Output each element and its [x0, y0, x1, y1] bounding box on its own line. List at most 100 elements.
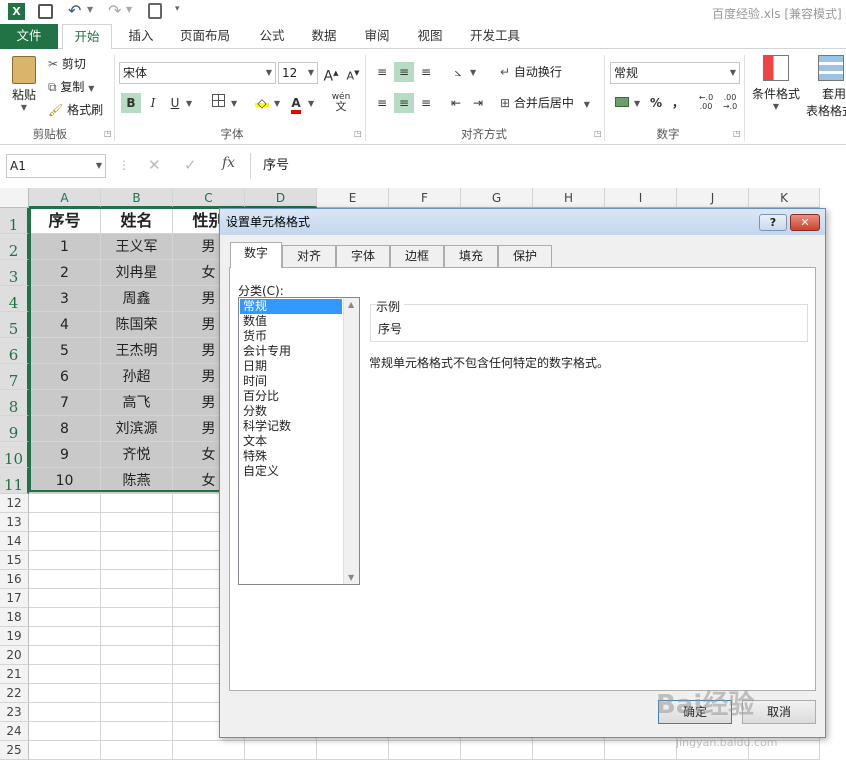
- table-cell[interactable]: 周鑫: [101, 286, 173, 312]
- tab-fill[interactable]: 填充: [444, 245, 498, 267]
- row-header-25[interactable]: 25: [0, 741, 29, 760]
- cut-button[interactable]: ✂ 剪切: [48, 55, 86, 73]
- percent-button[interactable]: %: [646, 93, 666, 113]
- row-header-13[interactable]: 13: [0, 513, 29, 532]
- row-header-1[interactable]: 1: [0, 208, 29, 234]
- comma-button[interactable]: ，: [668, 93, 688, 113]
- category-item[interactable]: 百分比: [240, 389, 342, 404]
- increase-indent-button[interactable]: ⇥: [468, 93, 488, 113]
- cell[interactable]: [29, 551, 101, 570]
- row-header-24[interactable]: 24: [0, 722, 29, 741]
- increase-decimal-button[interactable]: ←.0.00: [696, 93, 716, 113]
- column-header-b[interactable]: B: [101, 188, 173, 208]
- number-format-select[interactable]: 常规 ▼: [610, 62, 740, 84]
- cell[interactable]: [389, 741, 461, 760]
- row-header-23[interactable]: 23: [0, 703, 29, 722]
- font-size-select[interactable]: 12 ▼: [278, 62, 318, 84]
- print-preview-icon[interactable]: [148, 3, 162, 19]
- column-header-a[interactable]: A: [29, 188, 101, 208]
- currency-dropdown-icon[interactable]: ▼: [634, 99, 640, 108]
- column-header-j[interactable]: J: [677, 188, 749, 208]
- table-cell[interactable]: 1: [29, 234, 101, 260]
- table-cell[interactable]: 7: [29, 390, 101, 416]
- cell[interactable]: [29, 722, 101, 741]
- row-header-21[interactable]: 21: [0, 665, 29, 684]
- confirm-entry-icon[interactable]: ✓: [184, 156, 197, 174]
- row-header-4[interactable]: 4: [0, 286, 29, 312]
- tab-number[interactable]: 数字: [230, 242, 282, 268]
- category-item[interactable]: 分数: [240, 404, 342, 419]
- list-scrollbar[interactable]: ▲ ▼: [343, 298, 359, 584]
- row-header-15[interactable]: 15: [0, 551, 29, 570]
- tab-insert[interactable]: 插入: [118, 24, 164, 49]
- tab-file[interactable]: 文件: [0, 24, 58, 49]
- font-name-select[interactable]: 宋体 ▼: [119, 62, 276, 84]
- underline-dropdown-icon[interactable]: ▼: [186, 99, 192, 108]
- tab-home[interactable]: 开始: [62, 24, 112, 50]
- table-cell[interactable]: 2: [29, 260, 101, 286]
- cell[interactable]: [101, 684, 173, 703]
- cell[interactable]: [317, 741, 389, 760]
- table-cell[interactable]: 王杰明: [101, 338, 173, 364]
- tab-developer[interactable]: 开发工具: [462, 24, 528, 49]
- row-header-2[interactable]: 2: [0, 234, 29, 260]
- align-bottom-button[interactable]: ≡: [416, 62, 436, 82]
- format-as-table-button[interactable]: 套用 表格格式: [806, 55, 846, 119]
- table-cell[interactable]: 9: [29, 442, 101, 468]
- cell[interactable]: [605, 741, 677, 760]
- table-cell[interactable]: 5: [29, 338, 101, 364]
- column-header-f[interactable]: F: [389, 188, 461, 208]
- cell[interactable]: [101, 589, 173, 608]
- table-cell[interactable]: 齐悦: [101, 442, 173, 468]
- cell[interactable]: [29, 627, 101, 646]
- align-left-button[interactable]: ≡: [372, 93, 392, 113]
- cell[interactable]: [29, 589, 101, 608]
- tab-font[interactable]: 字体: [336, 245, 390, 267]
- column-header-i[interactable]: I: [605, 188, 677, 208]
- borders-dropdown-icon[interactable]: ▼: [231, 99, 237, 108]
- tab-border[interactable]: 边框: [390, 245, 444, 267]
- category-item[interactable]: 特殊: [240, 449, 342, 464]
- shrink-font-button[interactable]: A▼: [343, 63, 363, 83]
- insert-function-icon[interactable]: fx: [222, 155, 235, 171]
- row-header-11[interactable]: 11: [0, 468, 29, 494]
- paste-button[interactable]: 粘贴 ▼: [6, 53, 42, 117]
- align-center-button[interactable]: ≡: [394, 93, 414, 113]
- row-header-8[interactable]: 8: [0, 390, 29, 416]
- scroll-up-icon[interactable]: ▲: [348, 300, 354, 309]
- cell[interactable]: [101, 551, 173, 570]
- column-header-h[interactable]: H: [533, 188, 605, 208]
- column-header-k[interactable]: K: [749, 188, 820, 208]
- font-color-button[interactable]: A: [286, 93, 306, 114]
- clipboard-launcher-icon[interactable]: ◳: [104, 129, 112, 138]
- underline-button[interactable]: U: [165, 93, 185, 113]
- grow-font-button[interactable]: A▲: [321, 63, 341, 85]
- table-cell[interactable]: 王义军: [101, 234, 173, 260]
- cell[interactable]: [29, 570, 101, 589]
- column-header-c[interactable]: C: [173, 188, 245, 208]
- font-color-dropdown-icon[interactable]: ▼: [308, 99, 314, 108]
- cell[interactable]: [461, 741, 533, 760]
- align-right-button[interactable]: ≡: [416, 93, 436, 113]
- name-box[interactable]: A1 ▼: [6, 154, 106, 178]
- orientation-dropdown-icon[interactable]: ▼: [470, 68, 476, 77]
- cell[interactable]: [533, 741, 605, 760]
- cell[interactable]: [29, 532, 101, 551]
- row-header-14[interactable]: 14: [0, 532, 29, 551]
- table-cell[interactable]: 4: [29, 312, 101, 338]
- cancel-entry-icon[interactable]: ✕: [148, 156, 161, 174]
- header-cell[interactable]: 序号: [29, 208, 101, 234]
- table-cell[interactable]: 孙超: [101, 364, 173, 390]
- row-header-12[interactable]: 12: [0, 494, 29, 513]
- alignment-launcher-icon[interactable]: ◳: [594, 129, 602, 138]
- cell[interactable]: [29, 608, 101, 627]
- phonetic-button[interactable]: wén 文: [330, 92, 352, 112]
- table-cell[interactable]: 陈国荣: [101, 312, 173, 338]
- category-item[interactable]: 数值: [240, 314, 342, 329]
- table-cell[interactable]: 陈燕: [101, 468, 173, 494]
- table-cell[interactable]: 10: [29, 468, 101, 494]
- cell[interactable]: [29, 665, 101, 684]
- fill-color-button[interactable]: ◇: [252, 93, 272, 113]
- category-item[interactable]: 自定义: [240, 464, 342, 479]
- save-icon[interactable]: [38, 4, 53, 19]
